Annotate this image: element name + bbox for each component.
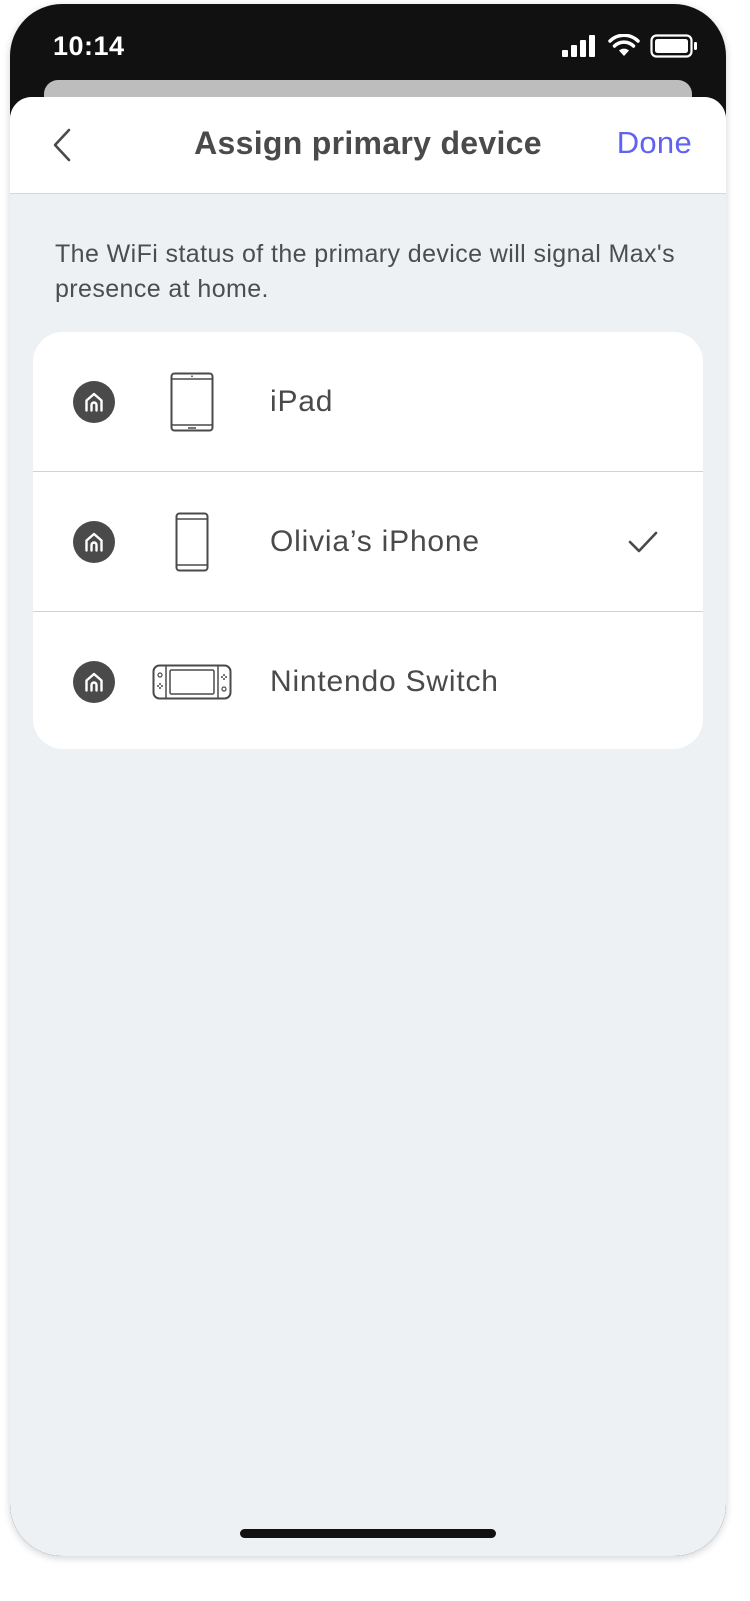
device-row-nintendo-switch[interactable]: Nintendo Switch: [33, 611, 703, 749]
device-label: Nintendo Switch: [270, 664, 499, 698]
wifi-icon: [608, 34, 640, 56]
tablet-icon: [151, 371, 233, 433]
game-console-icon: [151, 651, 233, 713]
device-row-olivias-iphone[interactable]: Olivia’s iPhone: [33, 471, 703, 611]
device-label: Olivia’s iPhone: [270, 524, 480, 558]
device-list: iPad Olivia’s iPhone Nintendo Switch: [33, 332, 703, 749]
modal-sheet: Assign primary device Done The WiFi stat…: [10, 97, 726, 1556]
smartphone-icon: [151, 511, 233, 573]
home-indicator[interactable]: [240, 1529, 496, 1538]
phone-frame: 10:14 Assign primary device Done The WiF…: [10, 4, 726, 1556]
checkmark-icon: [628, 531, 658, 552]
home-icon: [73, 660, 115, 703]
device-row-ipad[interactable]: iPad: [33, 332, 703, 471]
navigation-bar: Assign primary device Done: [10, 97, 726, 194]
home-icon: [73, 520, 115, 563]
status-time: 10:14: [53, 31, 125, 61]
status-bar: 10:14: [10, 4, 726, 90]
description-text: The WiFi status of the primary device wi…: [55, 240, 676, 303]
device-label: iPad: [270, 384, 334, 418]
cellular-signal-icon: [562, 35, 595, 57]
status-icons: [562, 34, 698, 58]
battery-icon: [650, 34, 697, 58]
done-button[interactable]: Done: [617, 125, 692, 161]
home-icon: [73, 380, 115, 423]
